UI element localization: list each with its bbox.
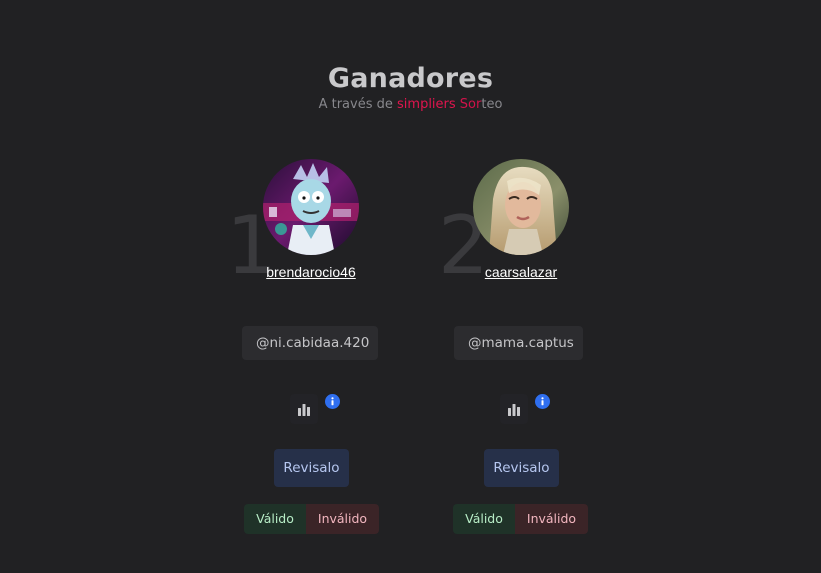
- stats-button[interactable]: [290, 394, 318, 424]
- invalid-button[interactable]: Inválido: [515, 504, 588, 534]
- verdict-group: Válido Inválido: [244, 504, 379, 534]
- page-title: Ganadores: [327, 63, 494, 94]
- avatar: [473, 159, 569, 255]
- avatar: [263, 159, 359, 255]
- stats-button[interactable]: [500, 394, 528, 424]
- stats-group: [500, 394, 550, 424]
- valid-button[interactable]: Válido: [244, 504, 306, 534]
- verdict-group: Válido Inválido: [453, 504, 588, 534]
- avatar-image: [473, 159, 569, 255]
- winner-username-link[interactable]: brendarocio46: [206, 264, 416, 280]
- bar-chart-icon: [298, 403, 310, 416]
- valid-button[interactable]: Válido: [453, 504, 515, 534]
- bar-chart-icon: [508, 403, 520, 416]
- subtitle-prefix: A través de: [318, 97, 398, 112]
- winner-handle: @mama.captus: [454, 326, 583, 360]
- page-subtitle: A través de simpliers Sorteo: [0, 96, 821, 114]
- stats-group: [290, 394, 340, 424]
- invalid-button[interactable]: Inválido: [306, 504, 379, 534]
- avatar-image: [263, 159, 359, 255]
- winner-handle: @ni.cabidaa.420: [242, 326, 379, 360]
- winner-username-link[interactable]: caarsalazar: [416, 264, 626, 280]
- winners-page: Ganadores A través de simpliers Sorteo 1: [0, 0, 821, 573]
- brand-name-part2: Sor: [455, 97, 482, 112]
- review-button[interactable]: Revisalo: [484, 449, 559, 487]
- info-icon[interactable]: [325, 394, 340, 409]
- review-button[interactable]: Revisalo: [274, 449, 349, 487]
- brand-name-part1: simpliers: [397, 97, 456, 112]
- brand-name-part3: teo: [481, 97, 503, 112]
- header: Ganadores A través de simpliers Sorteo: [0, 62, 821, 114]
- info-icon[interactable]: [535, 394, 550, 409]
